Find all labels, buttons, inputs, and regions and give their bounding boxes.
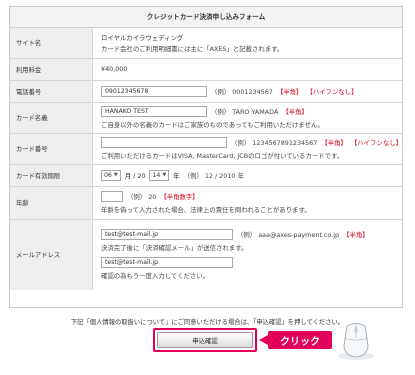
card-number-note: ご利用いただけるカードはVISA, MasterCard, JCBのロゴが付いて… bbox=[101, 152, 344, 160]
form-title: クレジットカード決済申し込みフォーム bbox=[10, 7, 402, 28]
email-confirm-input[interactable]: test@test-mail.jp bbox=[101, 257, 233, 269]
card-number-example: （例） 1234567891234567 bbox=[231, 139, 318, 147]
label-phone: 電話番号 bbox=[10, 80, 93, 103]
email-input[interactable]: test@test-mail.jp bbox=[101, 229, 233, 241]
age-input[interactable] bbox=[101, 191, 123, 202]
label-email: メールアドレス bbox=[10, 219, 93, 290]
row-expiry: カード有効期限 06 ▼ 月 / 20 14 ▼ 年 （例） 12 / 2010… bbox=[10, 164, 402, 187]
email-note-confirmation: 決済完了後に「決済確認メール」が送信されます。 bbox=[101, 244, 248, 253]
age-example: （例） 20 bbox=[127, 193, 157, 201]
expiry-month-unit: 月 / 20 bbox=[124, 171, 146, 180]
mouse-icon bbox=[338, 323, 374, 360]
chevron-down-icon: ▼ bbox=[113, 172, 118, 178]
card-name-req-halfwidth: 【半角】 bbox=[282, 108, 308, 116]
email-example: （例） aaa@axes-payment.co.jp bbox=[237, 231, 340, 240]
amount-value: ¥40,000 bbox=[92, 58, 402, 81]
site-note: カード会社のご利用明細書には主に「AXES」と記載されます。 bbox=[101, 44, 284, 53]
phone-example: （例） 0001234567 bbox=[211, 87, 273, 96]
card-number-req-halfwidth: 【半角】 bbox=[321, 139, 347, 147]
card-number-req-nohyphen: 【ハイフンなし】 bbox=[350, 139, 402, 147]
phone-req-nohyphen: 【ハイフンなし】 bbox=[306, 87, 358, 96]
expiry-year-select[interactable]: 14 ▼ bbox=[149, 169, 170, 181]
payment-form: クレジットカード決済申し込みフォーム サイト名 ロイヤルカイラウェディング カー… bbox=[9, 6, 403, 308]
chevron-down-icon: ▼ bbox=[162, 172, 167, 178]
form-table: サイト名 ロイヤルカイラウェディング カード会社のご利用明細書には主に「AXES… bbox=[10, 28, 402, 290]
site-name: ロイヤルカイラウェディング bbox=[101, 33, 184, 42]
card-name-input[interactable]: HANAKO TEST bbox=[101, 106, 207, 117]
phone-req-halfwidth: 【半角】 bbox=[276, 87, 303, 96]
submit-button[interactable]: 申込確認 bbox=[157, 332, 253, 348]
row-card-number: カード番号 （例） 1234567891234567 【半角】 【ハイフンなし】… bbox=[10, 133, 402, 165]
row-site: サイト名 ロイヤルカイラウェディング カード会社のご利用明細書には主に「AXES… bbox=[10, 28, 402, 59]
row-age: 年齢 （例） 20 【半角数字】 年齢を偽って入力された場合、法律上の責任を問わ… bbox=[10, 186, 402, 220]
label-card-number: カード番号 bbox=[10, 133, 93, 165]
row-card-name: カード名義 HANAKO TEST （例） TARO YAMADA 【半角】 ご… bbox=[10, 102, 402, 134]
expiry-month-value: 06 bbox=[104, 171, 112, 179]
label-expiry: カード有効期限 bbox=[10, 164, 93, 187]
row-amount: 利用料金 ¥40,000 bbox=[10, 58, 402, 81]
phone-input[interactable]: 09012345678 bbox=[101, 85, 207, 97]
email-req-halfwidth: 【半角】 bbox=[343, 231, 369, 240]
expiry-year-unit: 年 bbox=[173, 171, 180, 180]
expiry-year-value: 14 bbox=[152, 171, 161, 179]
card-name-example: （例） TARO YAMADA bbox=[211, 108, 279, 116]
expiry-month-select[interactable]: 06 ▼ bbox=[101, 169, 121, 181]
submit-highlight: 申込確認 bbox=[153, 328, 257, 352]
card-name-note: ご自身以外の名義のカードはご家族のものであってもご利用いただけません。 bbox=[101, 121, 324, 129]
label-card-name: カード名義 bbox=[10, 102, 93, 134]
row-email: メールアドレス test@test-mail.jp （例） aaa@axes-p… bbox=[10, 219, 402, 290]
click-callout: クリック bbox=[259, 331, 332, 349]
label-amount: 利用料金 bbox=[10, 58, 93, 81]
label-age: 年齢 bbox=[10, 186, 93, 220]
age-req-numeric: 【半角数字】 bbox=[160, 193, 199, 201]
label-site: サイト名 bbox=[10, 28, 93, 59]
email-note-reenter: 確認の為もう一度入力してください。 bbox=[101, 272, 210, 281]
expiry-example: （例） 12 / 2010 年 bbox=[183, 171, 244, 180]
row-phone: 電話番号 09012345678 （例） 0001234567 【半角】 【ハイ… bbox=[10, 80, 402, 103]
age-note: 年齢を偽って入力された場合、法律上の責任を問われることがあります。 bbox=[101, 206, 311, 214]
card-number-input[interactable] bbox=[101, 137, 228, 148]
